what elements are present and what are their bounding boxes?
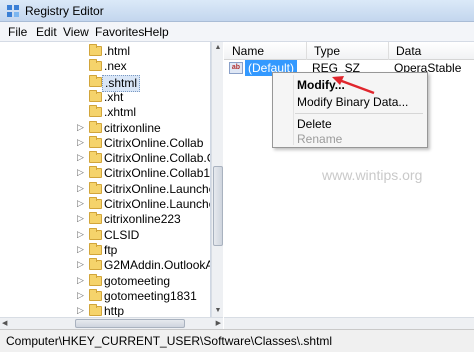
tree-item[interactable]: .html xyxy=(0,44,210,59)
tree-hscroll-thumb[interactable] xyxy=(75,319,185,328)
folder-icon xyxy=(89,227,102,240)
menu-bar: File Edit View Favorites Help xyxy=(0,22,474,42)
column-data[interactable]: Data xyxy=(396,44,421,58)
tree-horizontal-scrollbar[interactable]: ◀ ▶ xyxy=(0,317,223,329)
scroll-down-icon[interactable]: ▼ xyxy=(212,305,224,317)
folder-icon xyxy=(89,197,102,209)
folder-icon xyxy=(89,304,102,317)
folder-icon xyxy=(89,74,102,87)
tree-item-label: CitrixOnline.Collab.G2M xyxy=(104,151,210,166)
tree-scroll-thumb[interactable] xyxy=(213,166,223,246)
tree-item[interactable]: .shtml xyxy=(0,74,210,92)
tree-item-label: ftp xyxy=(104,242,118,257)
folder-icon xyxy=(89,273,102,286)
folder-icon xyxy=(89,258,102,271)
tree-item[interactable]: .xht xyxy=(0,89,210,105)
folder-icon xyxy=(89,59,102,72)
expand-arrow-icon[interactable]: ▷ xyxy=(77,152,84,163)
column-divider[interactable] xyxy=(306,42,307,60)
column-name[interactable]: Name xyxy=(232,44,264,58)
menu-item-rename[interactable]: Rename xyxy=(297,132,342,146)
tree-item[interactable]: ▷ CitrixOnline.Collab1831 xyxy=(0,166,211,181)
red-arrow-icon xyxy=(332,76,375,95)
tree-item[interactable]: .xhtml xyxy=(0,105,210,120)
tree-item[interactable]: ▷ ftp xyxy=(0,242,210,258)
tree-item-label: CLSID xyxy=(104,227,140,242)
column-divider[interactable] xyxy=(388,42,389,60)
tree-item-label: citrixonline223 xyxy=(104,212,181,227)
tree-item-label: .xht xyxy=(104,89,124,104)
folder-icon xyxy=(89,120,102,133)
tree-item[interactable]: ▷ citrixonline223 xyxy=(0,212,210,227)
registry-key-tree[interactable]: .html .nex .shtml .xht .xhtml ▷ citrixonline ▷ C… xyxy=(0,42,211,329)
status-path: Computer\HKEY_CURRENT_USER\Software\Clas… xyxy=(6,334,333,348)
tree-item[interactable]: ▷ gotomeeting1831 xyxy=(0,288,210,304)
menu-separator xyxy=(295,113,423,114)
folder-icon xyxy=(89,135,102,148)
string-value-icon: ab xyxy=(229,62,243,74)
expand-arrow-icon[interactable]: ▷ xyxy=(77,244,84,255)
menu-help[interactable]: Help xyxy=(144,25,169,39)
tree-item[interactable]: ▷ G2MAddin.OutlookAdd xyxy=(0,258,210,273)
folder-icon xyxy=(89,89,102,102)
tree-vertical-scrollbar[interactable]: ▲ ▼ xyxy=(211,42,223,317)
tree-item[interactable]: ▷ citrixonline xyxy=(0,120,210,136)
tree-item[interactable]: ▷ CLSID xyxy=(0,227,210,243)
expand-arrow-icon[interactable]: ▷ xyxy=(77,305,84,316)
folder-icon xyxy=(89,151,102,164)
tree-item-label: gotomeeting xyxy=(104,273,171,288)
folder-icon xyxy=(89,166,102,179)
tree-item-label: G2MAddin.OutlookAdd xyxy=(104,258,210,273)
folder-icon xyxy=(89,212,102,225)
expand-arrow-icon[interactable]: ▷ xyxy=(77,167,84,178)
tree-item-label: CitrixOnline.Collab xyxy=(104,135,204,150)
folder-icon xyxy=(89,242,102,255)
list-header: Name Type Data xyxy=(224,42,474,60)
tree-item-label: .xhtml xyxy=(104,105,137,120)
tree-item-label: CitrixOnline.Launcher22 xyxy=(104,197,210,211)
registry-editor-icon xyxy=(7,5,19,17)
tree-item[interactable]: ▷ CitrixOnline.Launcher22 xyxy=(0,197,210,212)
tree-item[interactable]: ▷ CitrixOnline.Collab.G2M xyxy=(0,151,210,166)
window-title: Registry Editor xyxy=(25,4,104,18)
expand-arrow-icon[interactable]: ▷ xyxy=(77,213,84,224)
tree-item[interactable]: ▷ CitrixOnline.Launcher xyxy=(0,181,211,197)
tree-item-label: .html xyxy=(104,44,131,58)
menu-item-delete[interactable]: Delete xyxy=(297,117,332,131)
folder-icon xyxy=(89,105,102,118)
tree-item-label: CitrixOnline.Launcher xyxy=(104,181,211,196)
menu-view[interactable]: View xyxy=(63,25,89,39)
expand-arrow-icon[interactable]: ▷ xyxy=(77,275,84,286)
tree-item[interactable]: ▷ gotomeeting xyxy=(0,273,210,289)
folder-icon xyxy=(89,44,102,56)
title-bar: Registry Editor xyxy=(0,0,474,22)
expand-arrow-icon[interactable]: ▷ xyxy=(77,122,84,133)
tree-item-label: citrixonline xyxy=(104,120,161,135)
scroll-up-icon[interactable]: ▲ xyxy=(212,42,224,54)
column-type[interactable]: Type xyxy=(314,44,340,58)
menu-file[interactable]: File xyxy=(8,25,27,39)
tree-item[interactable]: ▷ CitrixOnline.Collab xyxy=(0,135,210,151)
folder-icon xyxy=(89,181,102,194)
tree-item-label: CitrixOnline.Collab1831 xyxy=(104,166,211,181)
status-bar: Computer\HKEY_CURRENT_USER\Software\Clas… xyxy=(0,329,474,352)
folder-icon xyxy=(89,288,102,301)
expand-arrow-icon[interactable]: ▷ xyxy=(77,137,84,148)
tree-item-label: gotomeeting1831 xyxy=(104,288,197,303)
menu-favorites[interactable]: Favorites xyxy=(95,25,144,39)
menu-edit[interactable]: Edit xyxy=(36,25,57,39)
list-horizontal-scrollbar[interactable] xyxy=(224,317,474,329)
expand-arrow-icon[interactable]: ▷ xyxy=(77,259,84,270)
menu-gutter xyxy=(293,75,294,145)
watermark-text: www.wintips.org xyxy=(322,167,423,183)
expand-arrow-icon[interactable]: ▷ xyxy=(77,183,84,194)
menu-item-modify-binary[interactable]: Modify Binary Data... xyxy=(297,95,408,109)
tree-item[interactable]: .nex xyxy=(0,59,210,74)
expand-arrow-icon[interactable]: ▷ xyxy=(77,229,84,240)
expand-arrow-icon[interactable]: ▷ xyxy=(77,198,84,209)
expand-arrow-icon[interactable]: ▷ xyxy=(77,290,84,301)
tree-item-label: .nex xyxy=(104,59,127,74)
